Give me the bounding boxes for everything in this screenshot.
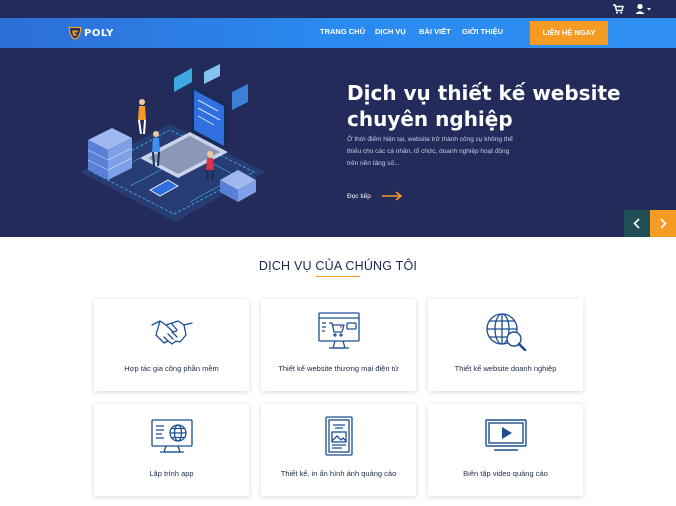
services-section-title: DỊCH VỤ CỦA CHÚNG TÔI bbox=[258, 259, 418, 273]
nav-item-services[interactable]: DỊCH VỤ bbox=[375, 27, 406, 36]
slider-prev-button[interactable] bbox=[624, 210, 650, 237]
cart-icon[interactable] bbox=[612, 3, 624, 15]
slider-next-button[interactable] bbox=[650, 210, 676, 237]
user-icon[interactable] bbox=[634, 3, 654, 15]
section-title-underline bbox=[316, 276, 360, 277]
video-play-icon bbox=[485, 419, 527, 451]
nav-item-home[interactable]: TRANG CHỦ bbox=[320, 27, 365, 36]
top-utility-bar bbox=[0, 0, 676, 18]
logo-mark-icon bbox=[68, 26, 82, 40]
hero-isometric-illustration bbox=[80, 64, 265, 222]
monitor-globe-icon bbox=[151, 419, 193, 453]
service-card-label: Lập trình app bbox=[149, 469, 194, 478]
logo[interactable]: POLY bbox=[68, 25, 114, 41]
hero-title-line-1: Dịch vụ thiết kế website bbox=[347, 81, 621, 105]
service-card-business-website[interactable]: Thiết kế website doanh nghiệp bbox=[428, 299, 583, 391]
hero-title-line-2: chuyên nghiệp bbox=[347, 107, 513, 131]
read-more-link[interactable]: Đọc tiếp bbox=[347, 191, 403, 201]
service-card-print-advertising[interactable]: Thiết kế, in ấn hình ảnh quảng cáo bbox=[261, 404, 416, 496]
hero-banner: Dịch vụ thiết kế website chuyên nghiệp Ở… bbox=[0, 48, 676, 237]
arrow-right-icon bbox=[381, 191, 403, 201]
logo-text: POLY bbox=[84, 27, 114, 39]
service-card-label: Hợp tác gia công phần mềm bbox=[124, 364, 219, 373]
service-card-label: Thiết kế website thương mại điện tử bbox=[278, 364, 399, 373]
service-card-ecommerce-website[interactable]: Thiết kế website thương mại điện tử bbox=[261, 299, 416, 391]
service-card-app-development[interactable]: Lập trình app bbox=[94, 404, 249, 496]
hero-description: Ở thời điểm hiện tại, website trở thành … bbox=[347, 136, 513, 167]
service-card-label: Biên tập video quảng cáo bbox=[463, 469, 548, 478]
service-card-video-editing[interactable]: Biên tập video quảng cáo bbox=[428, 404, 583, 496]
contact-now-button[interactable]: LIÊN HỆ NGAY bbox=[530, 21, 608, 45]
service-card-software-outsourcing[interactable]: Hợp tác gia công phần mềm bbox=[94, 299, 249, 391]
globe-search-icon bbox=[486, 313, 527, 351]
service-card-label: Thiết kế, in ấn hình ảnh quảng cáo bbox=[280, 469, 397, 478]
ecommerce-icon bbox=[318, 312, 360, 349]
service-card-label: Thiết kế website doanh nghiệp bbox=[454, 364, 557, 373]
chevron-left-icon bbox=[633, 218, 640, 229]
nav-item-articles[interactable]: BÀI VIẾT bbox=[419, 27, 451, 36]
print-document-icon bbox=[325, 416, 353, 456]
hero-title: Dịch vụ thiết kế website chuyên nghiệp bbox=[347, 80, 637, 132]
nav-item-about[interactable]: GIỚI THIỆU bbox=[462, 27, 503, 36]
read-more-label: Đọc tiếp bbox=[347, 192, 371, 200]
chevron-right-icon bbox=[660, 218, 667, 229]
handshake-icon bbox=[151, 320, 193, 345]
chevron-down-icon bbox=[647, 8, 651, 11]
